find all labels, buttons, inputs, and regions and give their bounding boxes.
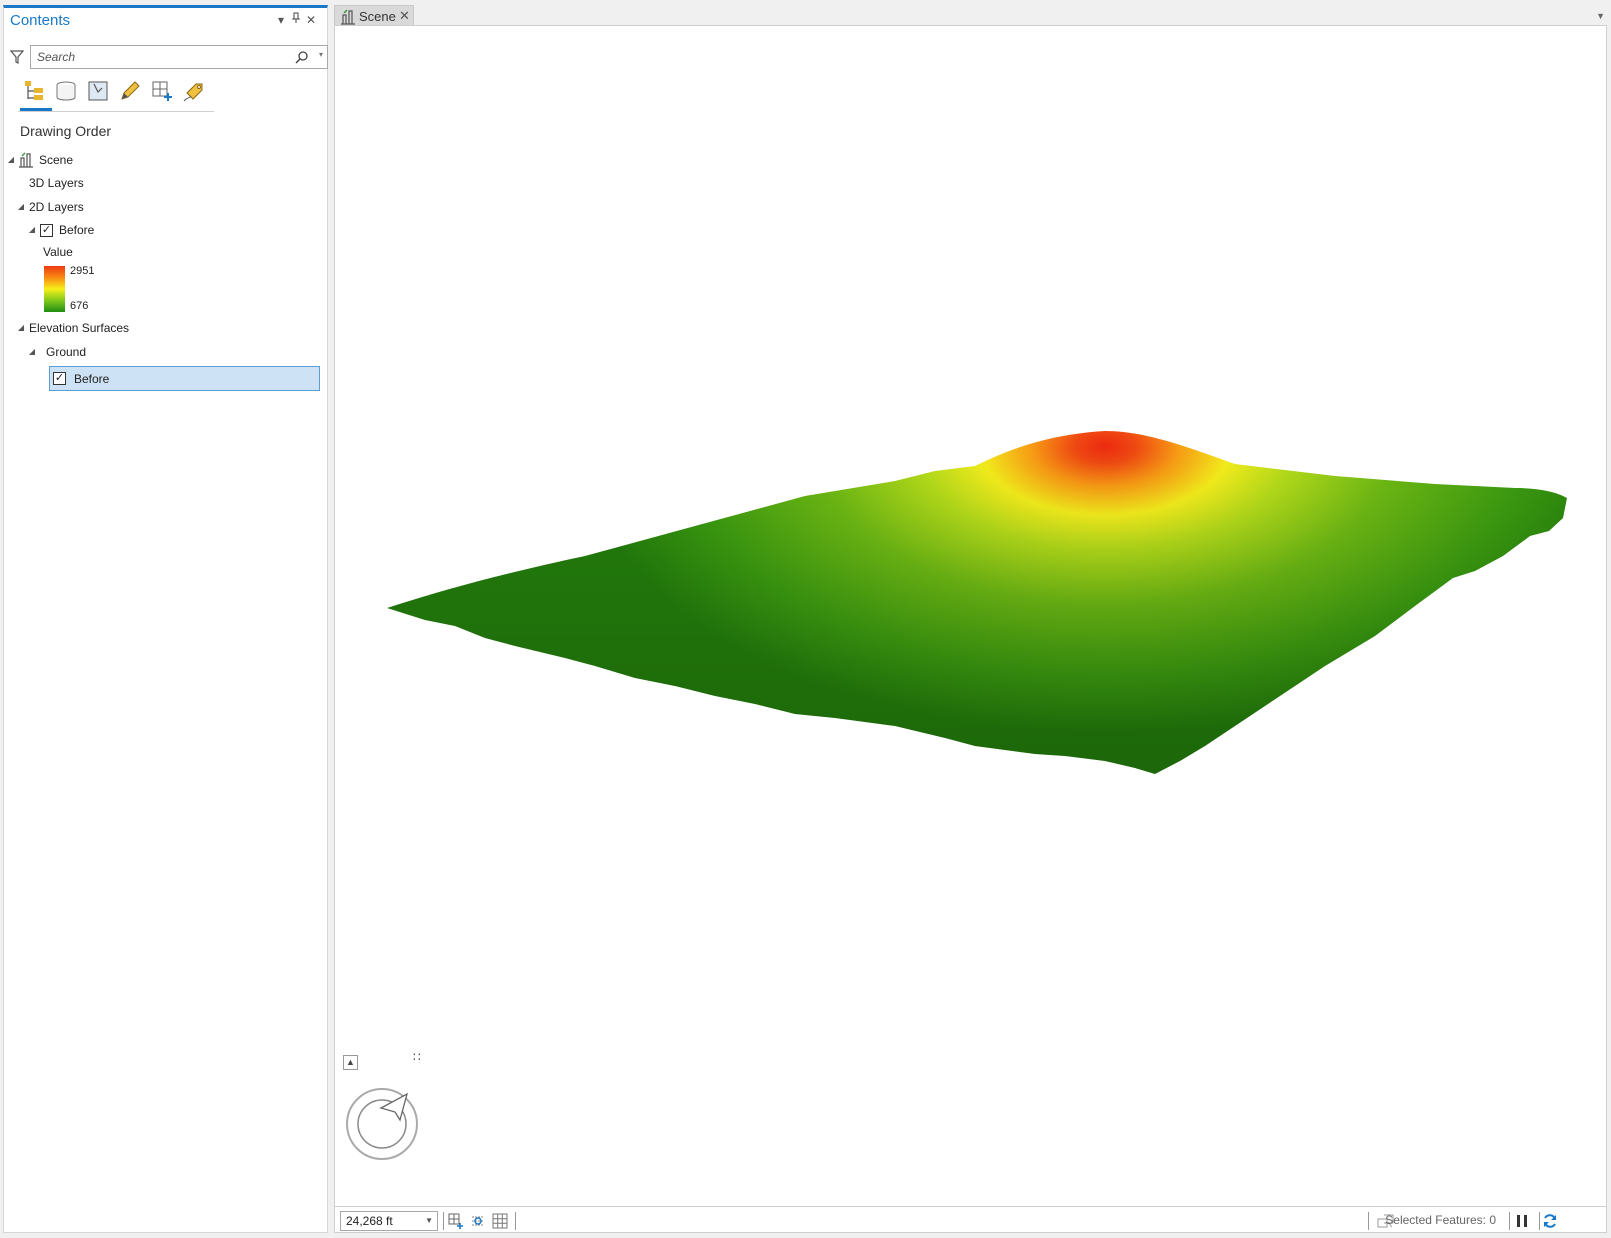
close-icon[interactable]: ✕ — [304, 12, 318, 28]
before-layer-expander-icon[interactable]: ◢ — [27, 225, 37, 234]
ground-expander-icon[interactable]: ◢ — [27, 347, 37, 356]
list-by-data-source-icon[interactable] — [52, 76, 80, 106]
separator — [1509, 1212, 1510, 1230]
contents-view-tabs — [18, 76, 214, 112]
pin-icon[interactable] — [289, 12, 303, 28]
contents-pane: Contents ▾ ✕ ▾ D — [3, 5, 328, 1233]
scene-expander-icon[interactable]: ◢ — [6, 155, 16, 164]
legend-title: Value — [43, 245, 73, 259]
search-options-chevron-icon[interactable]: ▾ — [319, 50, 323, 59]
list-by-labeling-icon[interactable] — [180, 76, 208, 106]
contents-title: Contents — [10, 12, 71, 29]
drawing-order-title: Drawing Order — [20, 123, 112, 139]
navigator-toggle-icon[interactable]: ▲ — [343, 1055, 358, 1070]
snapping-icon[interactable] — [470, 1213, 486, 1229]
tree-item-elevation-surfaces[interactable]: Elevation Surfaces — [29, 317, 129, 339]
terrain-shading — [387, 431, 1567, 774]
tab-list-chevron-icon[interactable]: ▼ — [1596, 11, 1605, 21]
scene-view[interactable]: ▲ ∷ — [334, 25, 1607, 1207]
navigator-grip-icon[interactable]: ∷ — [413, 1050, 421, 1064]
scale-selector[interactable]: 24,268 ft ▼ — [340, 1211, 438, 1231]
tab-scene-label: Scene — [359, 9, 396, 24]
pause-drawing-icon[interactable] — [1514, 1213, 1530, 1229]
separator — [1368, 1212, 1369, 1230]
navigator-fixed-zoom-icon[interactable] — [448, 1213, 464, 1229]
close-tab-icon[interactable]: ✕ — [399, 8, 410, 24]
elevation-surfaces-expander-icon[interactable]: ◢ — [16, 323, 26, 332]
terrain-surface — [387, 431, 1567, 774]
view-tab-strip: Scene ✕ ▼ — [332, 5, 1611, 27]
tab-scene[interactable]: Scene ✕ — [334, 5, 414, 27]
status-bar: 24,268 ft ▼ Selected Features: 0 — [334, 1207, 1607, 1233]
separator — [443, 1212, 444, 1230]
scene-icon — [341, 9, 355, 25]
list-by-selection-icon[interactable] — [84, 76, 112, 106]
before-layer-checkbox[interactable]: ✓ — [40, 224, 53, 237]
grid-icon[interactable] — [492, 1213, 508, 1229]
legend-low-value: 676 — [70, 300, 89, 312]
tree-item-ground[interactable]: Ground — [46, 341, 86, 363]
list-by-snapping-icon[interactable] — [148, 76, 176, 106]
scale-dropdown-chevron-icon: ▼ — [425, 1216, 433, 1225]
pane-options-icon[interactable]: ▾ — [274, 12, 288, 28]
tree-label-scene: Scene — [39, 153, 74, 167]
search-icon[interactable] — [295, 50, 309, 64]
selected-features-count: Selected Features: 0 — [1385, 1213, 1496, 1227]
scene-icon — [19, 152, 33, 168]
search-input[interactable] — [35, 48, 285, 66]
legend-high-value: 2951 — [70, 265, 95, 277]
tree-label-before-surface: Before — [74, 372, 110, 386]
search-box: ▾ — [30, 45, 328, 69]
contents-header: Contents ▾ ✕ — [4, 8, 327, 34]
list-by-editing-icon[interactable] — [116, 76, 144, 106]
filter-icon[interactable] — [9, 49, 25, 65]
separator — [1539, 1212, 1540, 1230]
navigator-compass-icon[interactable] — [345, 1086, 421, 1162]
separator — [515, 1212, 516, 1230]
list-by-drawing-order-icon[interactable] — [20, 76, 52, 111]
scale-value: 24,268 ft — [346, 1214, 393, 1228]
tree-item-2d-layers[interactable]: 2D Layers — [29, 196, 84, 218]
tree-item-3d-layers[interactable]: 3D Layers — [29, 172, 84, 194]
before-surface-checkbox[interactable]: ✓ — [53, 372, 66, 385]
refresh-icon[interactable] — [1542, 1213, 1558, 1229]
tree-item-before-layer[interactable]: Before — [59, 219, 94, 241]
elevation-color-ramp — [44, 266, 65, 312]
2d-layers-expander-icon[interactable]: ◢ — [16, 202, 26, 211]
tree-item-before-surface[interactable]: ✓ Before — [49, 366, 320, 391]
